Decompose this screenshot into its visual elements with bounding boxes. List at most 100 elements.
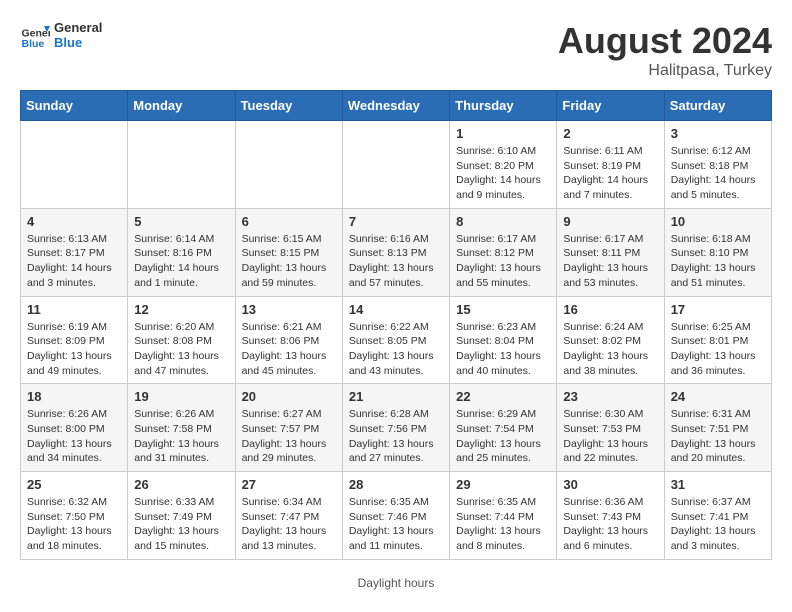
calendar-cell: 19 Sunrise: 6:26 AM Sunset: 7:58 PM Dayli… bbox=[128, 384, 235, 472]
day-number: 4 bbox=[27, 214, 121, 229]
week-row-2: 11 Sunrise: 6:19 AM Sunset: 8:09 PM Dayli… bbox=[21, 296, 772, 384]
calendar-cell: 26 Sunrise: 6:33 AM Sunset: 7:49 PM Dayli… bbox=[128, 472, 235, 560]
calendar-cell: 25Sunrise: 6:32 AM Sunset: 7:50 PM Dayli… bbox=[21, 472, 128, 560]
calendar-cell: 23 Sunrise: 6:30 AM Sunset: 7:53 PM Dayli… bbox=[557, 384, 664, 472]
day-number: 27 bbox=[242, 477, 336, 492]
day-number: 20 bbox=[242, 389, 336, 404]
day-number: 26 bbox=[134, 477, 228, 492]
week-row-4: 25Sunrise: 6:32 AM Sunset: 7:50 PM Dayli… bbox=[21, 472, 772, 560]
day-detail: Sunrise: 6:30 AM Sunset: 7:53 PM Dayligh… bbox=[563, 407, 657, 466]
calendar-cell: 24 Sunrise: 6:31 AM Sunset: 7:51 PM Dayli… bbox=[664, 384, 771, 472]
day-number: 19 bbox=[134, 389, 228, 404]
day-number: 24 bbox=[671, 389, 765, 404]
calendar-cell: 21Sunrise: 6:28 AM Sunset: 7:56 PM Dayli… bbox=[342, 384, 449, 472]
day-detail: Sunrise: 6:19 AM Sunset: 8:09 PM Dayligh… bbox=[27, 320, 121, 379]
day-detail: Sunrise: 6:20 AM Sunset: 8:08 PM Dayligh… bbox=[134, 320, 228, 379]
calendar-cell: 20 Sunrise: 6:27 AM Sunset: 7:57 PM Dayli… bbox=[235, 384, 342, 472]
calendar-cell: 10 Sunrise: 6:18 AM Sunset: 8:10 PM Dayli… bbox=[664, 208, 771, 296]
day-number: 23 bbox=[563, 389, 657, 404]
day-number: 30 bbox=[563, 477, 657, 492]
week-row-1: 4 Sunrise: 6:13 AM Sunset: 8:17 PM Daylig… bbox=[21, 208, 772, 296]
calendar-cell: 29 Sunrise: 6:35 AM Sunset: 7:44 PM Dayli… bbox=[450, 472, 557, 560]
day-detail: Sunrise: 6:36 AM Sunset: 7:43 PM Dayligh… bbox=[563, 495, 657, 554]
calendar-cell: 8Sunrise: 6:17 AM Sunset: 8:12 PM Daylig… bbox=[450, 208, 557, 296]
calendar-cell: 11 Sunrise: 6:19 AM Sunset: 8:09 PM Dayli… bbox=[21, 296, 128, 384]
day-detail: Sunrise: 6:31 AM Sunset: 7:51 PM Dayligh… bbox=[671, 407, 765, 466]
day-detail: Sunrise: 6:13 AM Sunset: 8:17 PM Dayligh… bbox=[27, 232, 121, 291]
day-number: 13 bbox=[242, 302, 336, 317]
calendar-wrapper: SundayMondayTuesdayWednesdayThursdayFrid… bbox=[10, 85, 782, 570]
day-detail: Sunrise: 6:11 AM Sunset: 8:19 PM Dayligh… bbox=[563, 144, 657, 203]
header: General Blue General Blue August 2024 Ha… bbox=[10, 10, 782, 85]
day-detail: Sunrise: 6:10 AM Sunset: 8:20 PM Dayligh… bbox=[456, 144, 550, 203]
day-number: 25 bbox=[27, 477, 121, 492]
calendar-cell: 15Sunrise: 6:23 AM Sunset: 8:04 PM Dayli… bbox=[450, 296, 557, 384]
day-detail: Sunrise: 6:34 AM Sunset: 7:47 PM Dayligh… bbox=[242, 495, 336, 554]
day-detail: Sunrise: 6:25 AM Sunset: 8:01 PM Dayligh… bbox=[671, 320, 765, 379]
day-number: 5 bbox=[134, 214, 228, 229]
footer-note: Daylight hours bbox=[10, 576, 782, 590]
day-detail: Sunrise: 6:17 AM Sunset: 8:11 PM Dayligh… bbox=[563, 232, 657, 291]
calendar-cell: 30 Sunrise: 6:36 AM Sunset: 7:43 PM Dayli… bbox=[557, 472, 664, 560]
calendar-cell: 22 Sunrise: 6:29 AM Sunset: 7:54 PM Dayli… bbox=[450, 384, 557, 472]
day-number: 17 bbox=[671, 302, 765, 317]
day-detail: Sunrise: 6:28 AM Sunset: 7:56 PM Dayligh… bbox=[349, 407, 443, 466]
days-header-row: SundayMondayTuesdayWednesdayThursdayFrid… bbox=[21, 91, 772, 121]
day-number: 28 bbox=[349, 477, 443, 492]
calendar-cell: 9 Sunrise: 6:17 AM Sunset: 8:11 PM Daylig… bbox=[557, 208, 664, 296]
day-header-sunday: Sunday bbox=[21, 91, 128, 121]
day-number: 10 bbox=[671, 214, 765, 229]
day-detail: Sunrise: 6:35 AM Sunset: 7:44 PM Dayligh… bbox=[456, 495, 550, 554]
main-title: August 2024 bbox=[558, 20, 772, 62]
day-header-wednesday: Wednesday bbox=[342, 91, 449, 121]
day-number: 16 bbox=[563, 302, 657, 317]
calendar-table: SundayMondayTuesdayWednesdayThursdayFrid… bbox=[20, 90, 772, 560]
day-number: 31 bbox=[671, 477, 765, 492]
day-header-monday: Monday bbox=[128, 91, 235, 121]
week-row-0: 1 Sunrise: 6:10 AM Sunset: 8:20 PM Daylig… bbox=[21, 121, 772, 209]
day-detail: Sunrise: 6:27 AM Sunset: 7:57 PM Dayligh… bbox=[242, 407, 336, 466]
day-detail: Sunrise: 6:22 AM Sunset: 8:05 PM Dayligh… bbox=[349, 320, 443, 379]
calendar-cell: 12 Sunrise: 6:20 AM Sunset: 8:08 PM Dayli… bbox=[128, 296, 235, 384]
day-detail: Sunrise: 6:15 AM Sunset: 8:15 PM Dayligh… bbox=[242, 232, 336, 291]
logo-general-text: General bbox=[54, 20, 102, 35]
logo: General Blue General Blue bbox=[20, 20, 102, 50]
day-detail: Sunrise: 6:18 AM Sunset: 8:10 PM Dayligh… bbox=[671, 232, 765, 291]
day-detail: Sunrise: 6:26 AM Sunset: 7:58 PM Dayligh… bbox=[134, 407, 228, 466]
calendar-cell bbox=[21, 121, 128, 209]
subtitle: Halitpasa, Turkey bbox=[558, 62, 772, 80]
calendar-cell bbox=[128, 121, 235, 209]
day-detail: Sunrise: 6:24 AM Sunset: 8:02 PM Dayligh… bbox=[563, 320, 657, 379]
day-number: 29 bbox=[456, 477, 550, 492]
calendar-cell: 16 Sunrise: 6:24 AM Sunset: 8:02 PM Dayli… bbox=[557, 296, 664, 384]
day-number: 18 bbox=[27, 389, 121, 404]
day-detail: Sunrise: 6:16 AM Sunset: 8:13 PM Dayligh… bbox=[349, 232, 443, 291]
calendar-cell: 27 Sunrise: 6:34 AM Sunset: 7:47 PM Dayli… bbox=[235, 472, 342, 560]
calendar-cell: 5Sunrise: 6:14 AM Sunset: 8:16 PM Daylig… bbox=[128, 208, 235, 296]
day-number: 22 bbox=[456, 389, 550, 404]
calendar-cell: 1 Sunrise: 6:10 AM Sunset: 8:20 PM Daylig… bbox=[450, 121, 557, 209]
calendar-cell: 2 Sunrise: 6:11 AM Sunset: 8:19 PM Daylig… bbox=[557, 121, 664, 209]
title-area: August 2024 Halitpasa, Turkey bbox=[558, 20, 772, 80]
day-detail: Sunrise: 6:23 AM Sunset: 8:04 PM Dayligh… bbox=[456, 320, 550, 379]
day-detail: Sunrise: 6:37 AM Sunset: 7:41 PM Dayligh… bbox=[671, 495, 765, 554]
logo-blue-text: Blue bbox=[54, 35, 102, 50]
day-number: 1 bbox=[456, 126, 550, 141]
day-number: 7 bbox=[349, 214, 443, 229]
calendar-cell: 17 Sunrise: 6:25 AM Sunset: 8:01 PM Dayli… bbox=[664, 296, 771, 384]
calendar-cell: 13 Sunrise: 6:21 AM Sunset: 8:06 PM Dayli… bbox=[235, 296, 342, 384]
day-detail: Sunrise: 6:21 AM Sunset: 8:06 PM Dayligh… bbox=[242, 320, 336, 379]
day-number: 12 bbox=[134, 302, 228, 317]
day-detail: Sunrise: 6:35 AM Sunset: 7:46 PM Dayligh… bbox=[349, 495, 443, 554]
calendar-cell bbox=[342, 121, 449, 209]
day-number: 11 bbox=[27, 302, 121, 317]
day-number: 9 bbox=[563, 214, 657, 229]
day-detail: Sunrise: 6:29 AM Sunset: 7:54 PM Dayligh… bbox=[456, 407, 550, 466]
day-detail: Sunrise: 6:17 AM Sunset: 8:12 PM Dayligh… bbox=[456, 232, 550, 291]
day-detail: Sunrise: 6:33 AM Sunset: 7:49 PM Dayligh… bbox=[134, 495, 228, 554]
logo-icon: General Blue bbox=[20, 20, 50, 50]
svg-text:Blue: Blue bbox=[22, 38, 45, 50]
calendar-cell: 28 Sunrise: 6:35 AM Sunset: 7:46 PM Dayli… bbox=[342, 472, 449, 560]
day-detail: Sunrise: 6:12 AM Sunset: 8:18 PM Dayligh… bbox=[671, 144, 765, 203]
day-number: 2 bbox=[563, 126, 657, 141]
